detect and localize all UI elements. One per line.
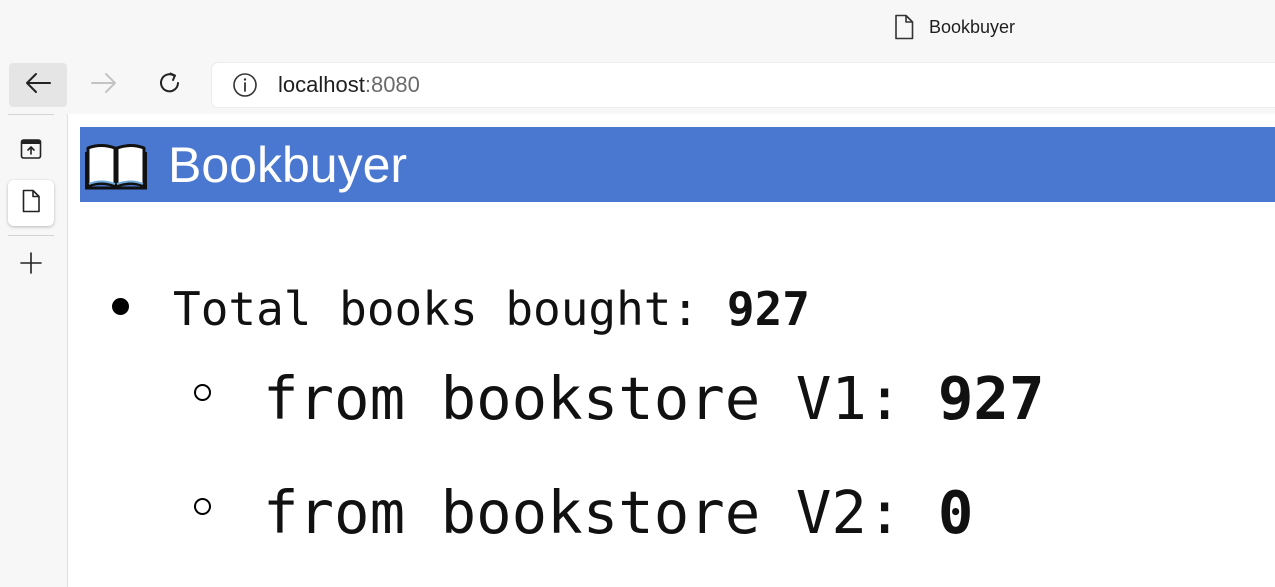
v1-label: from bookstore V1: (263, 364, 938, 433)
address-port: :8080 (364, 72, 420, 97)
refresh-icon (157, 70, 183, 101)
page-header: Bookbuyer (80, 127, 1275, 202)
v2-value: 0 (937, 478, 974, 547)
info-icon[interactable] (232, 72, 258, 98)
forward-button[interactable] (75, 63, 133, 107)
sidebar-divider (8, 114, 54, 115)
address-host: localhost (278, 72, 365, 97)
address-url[interactable]: localhost:8080 (278, 72, 420, 98)
document-icon (893, 14, 915, 40)
document-icon (21, 189, 41, 218)
list-item-v1: from bookstore V1: 927 (194, 364, 1044, 433)
list-item-total: Total books bought: 927 (112, 282, 810, 336)
bullet-disc (112, 298, 129, 315)
list-item-v2: from bookstore V2: 0 (194, 478, 973, 547)
sidebar-divider (8, 235, 54, 236)
bullet-circle (194, 384, 211, 402)
v2-label: from bookstore V2: (263, 478, 938, 547)
arrow-right-icon (90, 71, 118, 100)
vertical-tab-strip (0, 114, 68, 587)
refresh-button[interactable] (141, 63, 199, 107)
sidebar-tab-bookbuyer[interactable] (8, 180, 54, 226)
plus-icon (19, 251, 43, 280)
tab-actions-icon (19, 137, 43, 166)
arrow-left-icon (24, 71, 52, 100)
total-value: 927 (726, 282, 810, 336)
title-bar: Bookbuyer (0, 0, 1275, 58)
back-button[interactable] (9, 63, 67, 107)
bullet-circle (194, 498, 211, 516)
window-tab[interactable]: Bookbuyer (893, 14, 1015, 40)
new-tab-button[interactable] (8, 242, 54, 288)
page-title: Bookbuyer (168, 136, 408, 193)
tab-actions-button[interactable] (8, 128, 54, 174)
window-tab-title: Bookbuyer (929, 16, 1016, 37)
browser-toolbar: localhost:8080 (0, 58, 1275, 114)
total-label: Total books bought: (173, 282, 727, 336)
address-bar[interactable]: localhost:8080 (212, 63, 1275, 107)
page-content: Bookbuyer Total books bought: 927 from b… (68, 114, 1275, 587)
v1-value: 927 (937, 364, 1045, 433)
open-book-icon (84, 139, 148, 191)
